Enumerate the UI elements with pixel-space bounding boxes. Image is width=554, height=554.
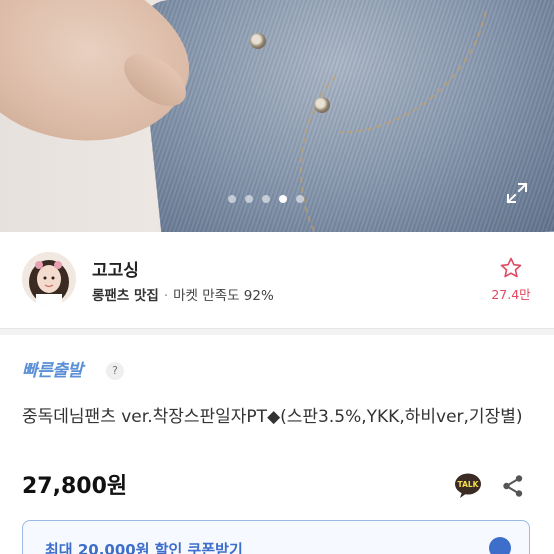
expand-icon[interactable] (505, 181, 529, 205)
market-satisfaction: 마켓 만족도 92% (173, 288, 274, 304)
product-price: 27,800원 (22, 474, 128, 499)
seller-row[interactable]: 고고싱 롱팬츠 맛집 · 마켓 만족도 92% 27.4만 (0, 232, 554, 328)
gallery-dot[interactable] (245, 195, 253, 203)
gallery-dot-active[interactable] (279, 195, 287, 203)
product-title: 중독데님팬츠 ver.착장스판일자PT◆(스판3.5%,YKK,하비ver,기장… (22, 407, 523, 427)
rivet (314, 97, 330, 113)
coupon-label: 최대 20,000원 할인 쿠폰받기 (45, 541, 243, 554)
product-image[interactable] (0, 0, 554, 232)
share-icon[interactable] (502, 474, 524, 498)
gallery-dot[interactable] (262, 195, 270, 203)
gallery-dot[interactable] (228, 195, 236, 203)
fast-shipping-badge: 빠른출발 (22, 361, 83, 381)
gallery-dot[interactable] (296, 195, 304, 203)
seller-name[interactable]: 고고싱 (92, 256, 139, 281)
rivet (250, 33, 266, 49)
seller-info: 롱팬츠 맛집 · 마켓 만족도 92% (92, 284, 274, 304)
download-icon[interactable] (489, 537, 511, 554)
separator: · (163, 288, 169, 304)
like-count: 27.4만 (491, 287, 531, 302)
star-icon[interactable] (499, 256, 523, 280)
seller-avatar[interactable] (22, 252, 76, 306)
coupon-button[interactable]: 최대 20,000원 할인 쿠폰받기 (22, 520, 530, 554)
gallery-pagination (0, 195, 543, 207)
svg-text:TALK: TALK (458, 480, 480, 489)
seller-tag: 롱팬츠 맛집 (92, 288, 159, 304)
help-icon[interactable]: ? (106, 362, 124, 380)
section-divider (0, 328, 554, 335)
like-button[interactable]: 27.4만 (486, 256, 536, 303)
kakaotalk-icon[interactable]: TALK (454, 473, 482, 499)
